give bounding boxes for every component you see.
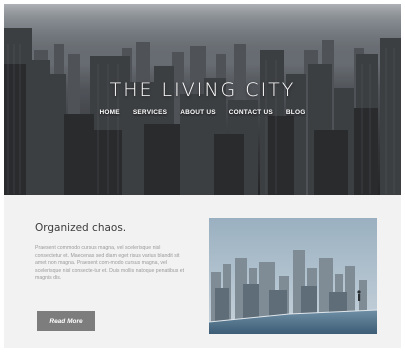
main-nav: HOME SERVICES ABOUT US CONTACT US BLOG [4, 109, 401, 116]
read-more-button[interactable]: Read More [37, 311, 95, 331]
website-mockup: THE LIVING CITY HOME SERVICES ABOUT US C… [4, 4, 401, 348]
nav-about-us[interactable]: ABOUT US [180, 109, 216, 116]
hero-banner: THE LIVING CITY HOME SERVICES ABOUT US C… [4, 4, 401, 195]
rooftop-pool-image [209, 218, 377, 334]
nav-blog[interactable]: BLOG [286, 109, 306, 116]
content-section: Organized chaos. Praesent commodo cursus… [4, 195, 401, 348]
nav-services[interactable]: SERVICES [133, 109, 167, 116]
section-heading: Organized chaos. [35, 222, 127, 234]
nav-contact-us[interactable]: CONTACT US [229, 109, 273, 116]
nav-home[interactable]: HOME [100, 109, 120, 116]
infinity-pool-photo [209, 218, 377, 334]
site-title: THE LIVING CITY [109, 79, 296, 101]
section-body-text: Praesent commodo cursus magna, vel scele… [35, 245, 185, 282]
